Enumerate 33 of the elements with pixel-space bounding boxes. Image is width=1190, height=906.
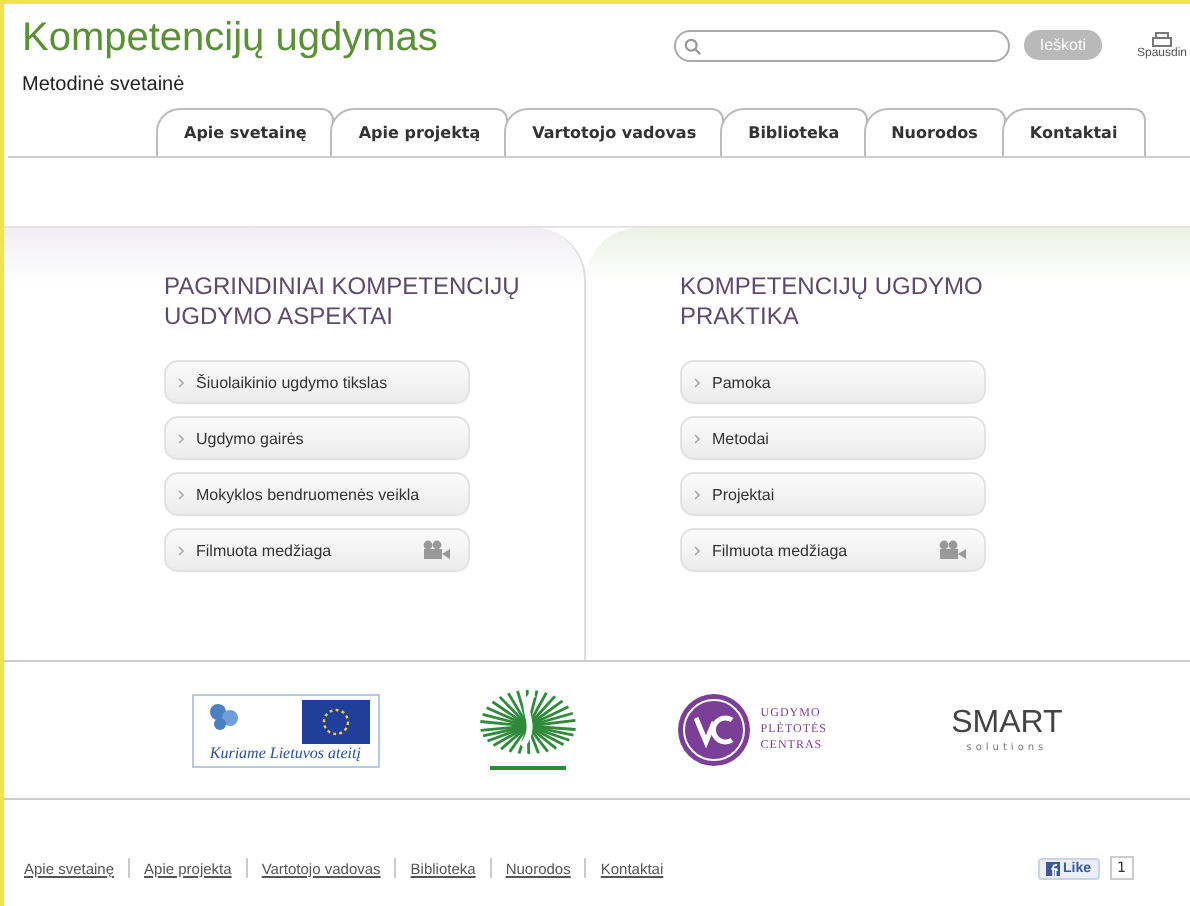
search-field[interactable] <box>673 30 1010 62</box>
menu-link[interactable]: Filmuota medžiaga <box>164 528 470 572</box>
menu-link[interactable]: Metodai <box>680 416 986 460</box>
nav-tab[interactable]: Kontaktai <box>1001 108 1146 156</box>
chevron-icon <box>694 545 700 555</box>
chevron-icon <box>694 489 700 499</box>
chevron-icon <box>178 545 184 555</box>
nav-tab[interactable]: Vartotojo vadovas <box>504 108 725 156</box>
menu-link[interactable]: Šiuolaikinio ugdymo tikslas <box>164 360 470 404</box>
partner-logo[interactable]: Kuriame Lietuvos ateitį <box>191 693 380 767</box>
menu-link[interactable]: Pamoka <box>680 360 986 404</box>
nav-tab[interactable]: Apie svetainę <box>156 108 335 156</box>
search-icon <box>683 37 702 55</box>
menu-link[interactable]: Filmuota medžiaga <box>680 528 986 572</box>
chevron-icon <box>178 377 184 387</box>
nav-tab[interactable]: Apie projektą <box>330 108 509 156</box>
printer-icon <box>1152 32 1172 48</box>
video-camera-icon <box>938 540 968 560</box>
nav-tab[interactable]: Nuorodos <box>863 108 1006 156</box>
chevron-icon <box>178 489 184 499</box>
site-subtitle: Metodinė svetainė <box>22 74 187 96</box>
menu-link[interactable]: Mokyklos bendruomenės veikla <box>164 472 470 516</box>
nav-tab[interactable]: Biblioteka <box>720 108 868 156</box>
video-camera-icon <box>422 540 452 560</box>
section-heading: KOMPETENCIJŲ UGDYMO PRAKTIKA <box>680 272 985 332</box>
menu-link[interactable]: Ugdymo gairės <box>164 416 470 460</box>
chevron-icon <box>694 433 700 443</box>
section-heading: PAGRINDINIAI KOMPETENCIJŲ UGDYMO ASPEKTAI <box>164 272 522 332</box>
chevron-icon <box>694 377 700 387</box>
chevron-icon <box>178 433 184 443</box>
site-title: Kompetencijų ugdymas <box>22 16 440 62</box>
menu-link[interactable]: Projektai <box>680 472 986 516</box>
facebook-icon <box>1045 861 1060 875</box>
